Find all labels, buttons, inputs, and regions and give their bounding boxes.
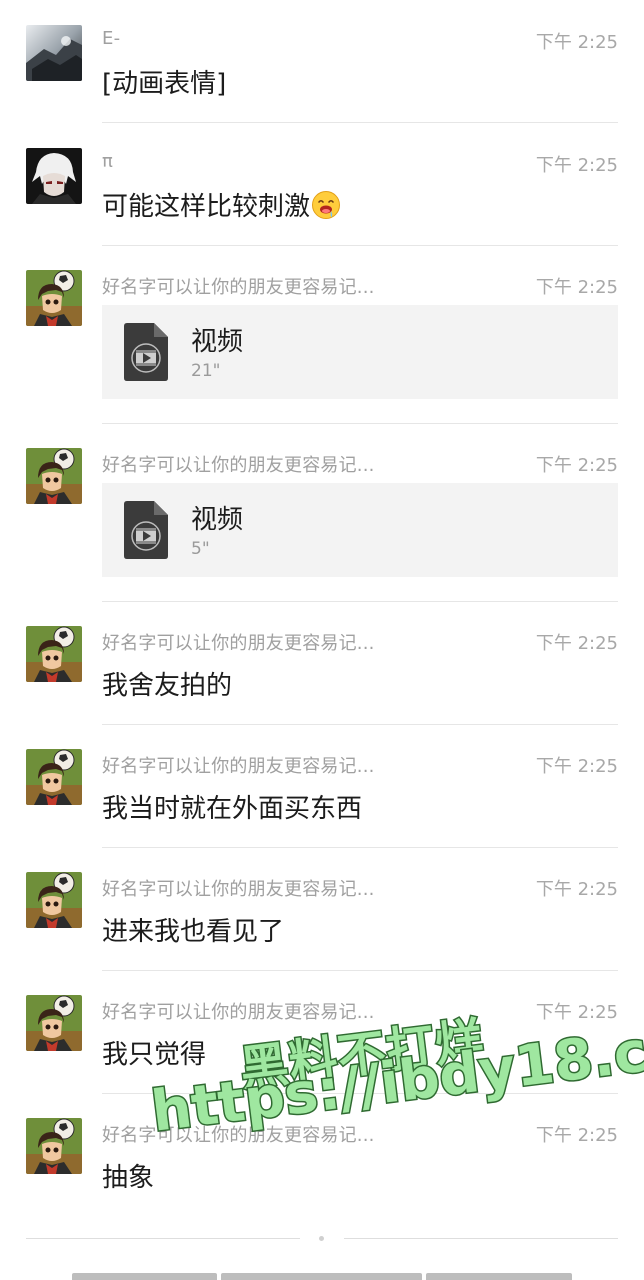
video-file-icon: [124, 323, 168, 381]
message-time: 下午 2:25: [535, 1002, 618, 1023]
message-text[interactable]: 抽象: [102, 1157, 154, 1194]
bottom-toolbar-segment[interactable]: [426, 1273, 572, 1280]
message-text-row[interactable]: 可能这样比较刺激: [102, 186, 341, 223]
avatar[interactable]: [26, 148, 82, 204]
message-time: 下午 2:25: [535, 455, 618, 476]
avatar[interactable]: [26, 995, 82, 1051]
message-item[interactable]: 好名字可以让你的朋友更容易记... 下午 2:25 进来我也看见了: [0, 848, 644, 971]
message-time: 下午 2:25: [535, 879, 618, 900]
bottom-toolbar-segment[interactable]: [221, 1273, 422, 1280]
avatar-anime-soccer: [26, 1118, 82, 1174]
drooling-face-emoji: [312, 191, 341, 219]
footer-divider-right: [344, 1238, 618, 1239]
video-file-icon: [124, 501, 168, 559]
message-text[interactable]: [动画表情]: [102, 63, 226, 100]
footer-dot: [319, 1236, 324, 1241]
message-item[interactable]: 好名字可以让你的朋友更容易记... 下午 2:25 视频 5": [0, 424, 644, 602]
footer-divider-left: [26, 1238, 300, 1239]
avatar[interactable]: [26, 626, 82, 682]
message-time: 下午 2:25: [535, 32, 618, 53]
sender-name[interactable]: π: [102, 151, 113, 172]
avatar-dark-photo: [26, 25, 82, 81]
avatar-anime-soccer: [26, 270, 82, 326]
avatar-anime-soccer: [26, 749, 82, 805]
message-item[interactable]: 好名字可以让你的朋友更容易记... 下午 2:25 我舍友拍的: [0, 602, 644, 725]
video-label: 视频: [191, 505, 244, 535]
message-item[interactable]: E- 下午 2:25 [动画表情]: [0, 0, 644, 123]
avatar-anime-soccer: [26, 448, 82, 504]
message-text[interactable]: 我舍友拍的: [102, 665, 232, 702]
avatar[interactable]: [26, 872, 82, 928]
message-item[interactable]: 好名字可以让你的朋友更容易记... 下午 2:25 我当时就在外面买东西: [0, 725, 644, 848]
message-text[interactable]: 我只觉得: [102, 1034, 206, 1071]
message-time: 下午 2:25: [535, 277, 618, 298]
avatar[interactable]: [26, 25, 82, 81]
message-text: 可能这样比较刺激: [102, 192, 311, 222]
message-item[interactable]: π 下午 2:25 可能这样比较刺激: [0, 123, 644, 246]
avatar[interactable]: [26, 1118, 82, 1174]
avatar[interactable]: [26, 448, 82, 504]
avatar[interactable]: [26, 270, 82, 326]
message-time: 下午 2:25: [535, 155, 618, 176]
message-text[interactable]: 进来我也看见了: [102, 911, 284, 948]
sender-name[interactable]: 好名字可以让你的朋友更容易记...: [102, 629, 375, 655]
video-label: 视频: [191, 327, 244, 357]
bottom-toolbar-segment[interactable]: [72, 1273, 217, 1280]
sender-name[interactable]: 好名字可以让你的朋友更容易记...: [102, 451, 375, 477]
sender-name[interactable]: 好名字可以让你的朋友更容易记...: [102, 875, 375, 901]
sender-name[interactable]: 好名字可以让你的朋友更容易记...: [102, 273, 375, 299]
avatar-anime-soccer: [26, 995, 82, 1051]
video-message-card[interactable]: 视频 21": [102, 305, 618, 399]
video-message-card[interactable]: 视频 5": [102, 483, 618, 577]
avatar-anime-white-hair: [26, 148, 82, 204]
message-text[interactable]: 我当时就在外面买东西: [102, 788, 362, 825]
message-time: 下午 2:25: [535, 633, 618, 654]
avatar-anime-soccer: [26, 872, 82, 928]
video-duration: 5": [191, 539, 210, 559]
message-time: 下午 2:25: [535, 1125, 618, 1146]
message-time: 下午 2:25: [535, 756, 618, 777]
sender-name[interactable]: 好名字可以让你的朋友更容易记...: [102, 752, 375, 778]
sender-name[interactable]: E-: [102, 28, 120, 49]
avatar-anime-soccer: [26, 626, 82, 682]
avatar[interactable]: [26, 749, 82, 805]
video-duration: 21": [191, 361, 221, 381]
message-item[interactable]: 好名字可以让你的朋友更容易记... 下午 2:25 视频 21": [0, 246, 644, 424]
